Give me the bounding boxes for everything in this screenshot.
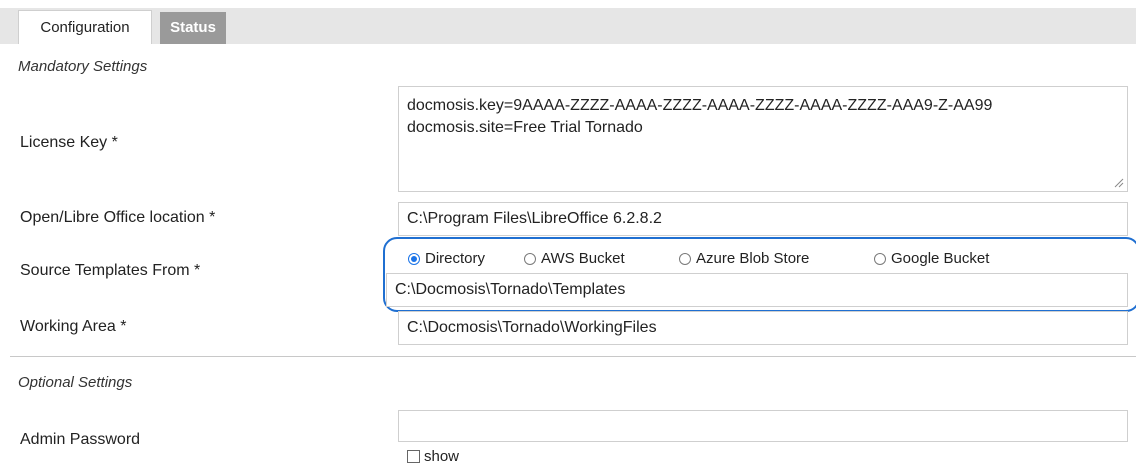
tab-status[interactable]: Status bbox=[160, 12, 226, 44]
mandatory-settings-heading: Mandatory Settings bbox=[18, 58, 148, 75]
radio-google-bucket-label: Google Bucket bbox=[891, 250, 990, 267]
license-key-label: License Key * bbox=[20, 134, 118, 151]
section-divider bbox=[10, 356, 1136, 357]
source-templates-label: Source Templates From * bbox=[20, 262, 201, 279]
radio-aws-bucket[interactable]: AWS Bucket bbox=[524, 250, 625, 267]
radio-selected-icon bbox=[408, 252, 420, 265]
admin-password-label: Admin Password bbox=[20, 431, 141, 448]
office-location-label: Open/Libre Office location * bbox=[20, 209, 216, 226]
radio-google-bucket[interactable]: Google Bucket bbox=[874, 250, 989, 267]
show-password-label: show bbox=[424, 448, 460, 465]
radio-azure-blob-store[interactable]: Azure Blob Store bbox=[679, 250, 809, 267]
optional-settings-heading: Optional Settings bbox=[18, 374, 133, 391]
resize-handle-icon[interactable] bbox=[1114, 178, 1124, 188]
checkbox-icon[interactable] bbox=[407, 450, 420, 463]
license-key-line-2: docmosis.site=Free Trial Tornado bbox=[407, 119, 643, 136]
working-area-input[interactable]: C:\Docmosis\Tornado\WorkingFiles bbox=[398, 311, 1128, 345]
radio-unselected-icon bbox=[874, 252, 886, 265]
license-key-textarea[interactable]: docmosis.key=9AAAA-ZZZZ-AAAA-ZZZZ-AAAA-Z… bbox=[398, 86, 1128, 192]
radio-azure-blob-store-label: Azure Blob Store bbox=[696, 250, 810, 267]
templates-path-input[interactable]: C:\Docmosis\Tornado\Templates bbox=[386, 273, 1128, 307]
radio-directory-label: Directory bbox=[425, 250, 486, 267]
admin-password-input[interactable] bbox=[398, 410, 1128, 442]
radio-directory[interactable]: Directory bbox=[408, 250, 485, 267]
radio-unselected-icon bbox=[679, 252, 691, 265]
radio-aws-bucket-label: AWS Bucket bbox=[541, 250, 625, 267]
radio-unselected-icon bbox=[524, 252, 536, 265]
office-location-input[interactable]: C:\Program Files\LibreOffice 6.2.8.2 bbox=[398, 202, 1128, 236]
license-key-line-1: docmosis.key=9AAAA-ZZZZ-AAAA-ZZZZ-AAAA-Z… bbox=[407, 97, 993, 114]
working-area-label: Working Area * bbox=[20, 318, 127, 335]
tab-configuration[interactable]: Configuration bbox=[18, 10, 152, 44]
show-password-toggle[interactable]: show bbox=[407, 448, 459, 465]
